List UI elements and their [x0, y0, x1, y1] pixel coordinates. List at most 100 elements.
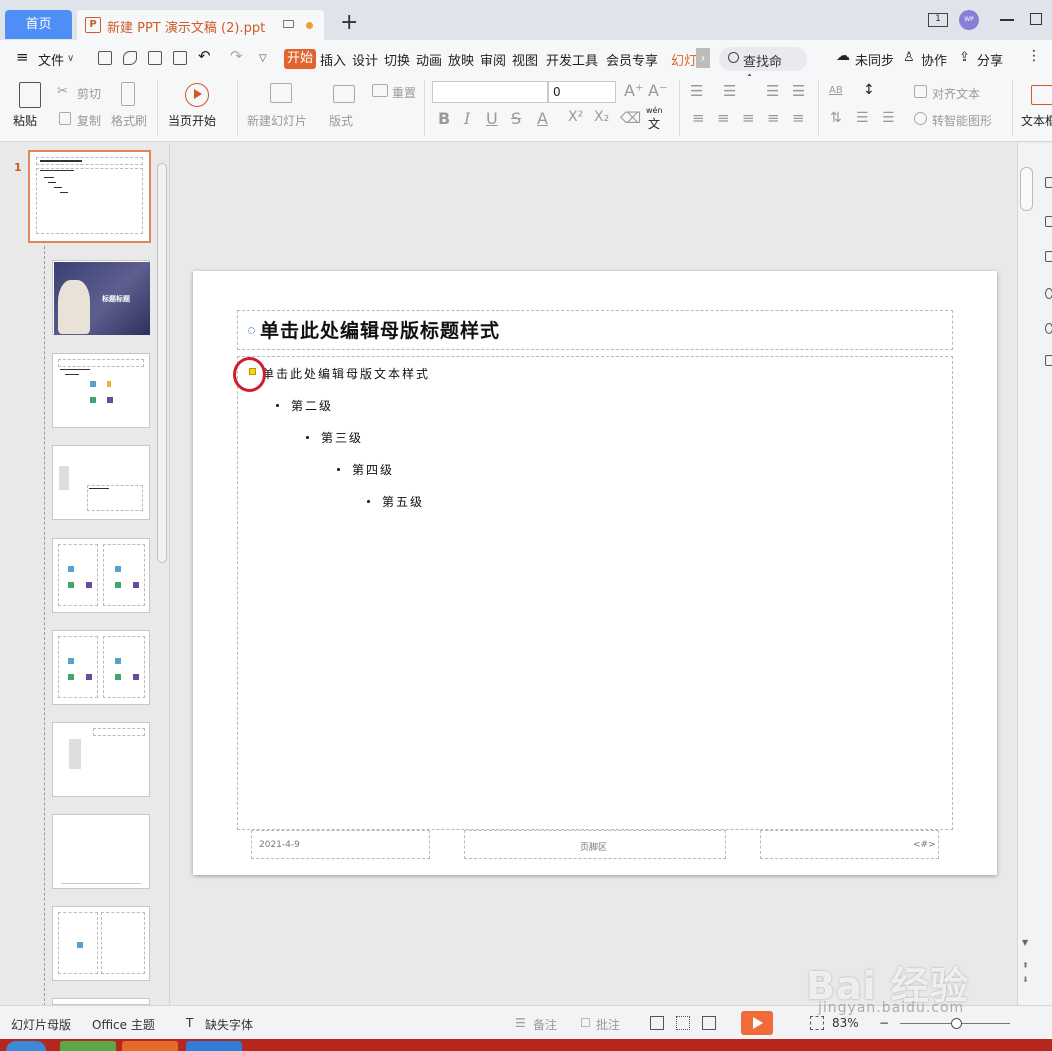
- normal-view-icon[interactable]: [650, 1016, 664, 1030]
- new-tab-button[interactable]: +: [340, 12, 358, 34]
- text-direction-icon[interactable]: AB: [829, 85, 843, 96]
- slide-number-placeholder[interactable]: <#>: [760, 830, 939, 859]
- previous-slide-icon[interactable]: ⇞: [1022, 961, 1029, 970]
- tab-member[interactable]: 会员专享: [606, 50, 658, 69]
- bold-icon[interactable]: B: [438, 109, 450, 128]
- body-level-1[interactable]: 单击此处编辑母版文本样式: [262, 365, 430, 382]
- reading-view-icon[interactable]: [702, 1016, 716, 1030]
- collaborate-button[interactable]: 协作: [921, 50, 947, 69]
- zoom-level[interactable]: 83%: [832, 1016, 859, 1030]
- help-pane-icon[interactable]: [1045, 355, 1052, 366]
- maximize-button[interactable]: [1030, 13, 1042, 25]
- sync-status-button[interactable]: 未同步: [855, 50, 894, 69]
- animation-pane-icon[interactable]: [1045, 288, 1052, 299]
- tab-home[interactable]: 开始: [284, 49, 316, 69]
- grow-font-icon[interactable]: A⁺: [624, 81, 643, 100]
- window-count-icon[interactable]: 1: [928, 13, 948, 27]
- thumbnail-layout[interactable]: [52, 445, 150, 520]
- play-from-current-button[interactable]: 当页开始: [168, 112, 216, 129]
- tab-transitions[interactable]: 切换: [384, 50, 410, 69]
- share-button[interactable]: 分享: [977, 50, 1003, 69]
- missing-font-button[interactable]: 缺失字体: [205, 1016, 253, 1033]
- increase-indent-icon[interactable]: ☰: [792, 82, 805, 100]
- tab-insert[interactable]: 插入: [320, 50, 346, 69]
- tab-design[interactable]: 设计: [352, 50, 378, 69]
- file-menu[interactable]: 文件: [38, 50, 64, 69]
- convert-smartart-button[interactable]: 转智能图形: [932, 112, 992, 129]
- cut-button[interactable]: 剪切: [77, 85, 101, 102]
- monitor-icon[interactable]: [283, 20, 294, 28]
- taskbar-app-button[interactable]: [122, 1041, 178, 1051]
- font-color-icon[interactable]: A: [537, 109, 548, 128]
- columns-icon[interactable]: ☰: [882, 110, 895, 126]
- home-tab[interactable]: 首页: [5, 10, 72, 39]
- property-pane-icon[interactable]: [1045, 251, 1052, 262]
- copy-button[interactable]: 复制: [77, 112, 101, 129]
- thumbnail-layout[interactable]: [52, 722, 150, 797]
- thumbnail-layout[interactable]: [52, 538, 150, 613]
- taskbar-app-button[interactable]: [60, 1041, 116, 1051]
- shape-pane-icon[interactable]: [1045, 216, 1052, 227]
- align-text-button[interactable]: 对齐文本: [932, 85, 980, 102]
- body-level-5[interactable]: 第五级: [382, 493, 424, 510]
- hamburger-icon[interactable]: ≡: [16, 48, 29, 66]
- align-center-icon[interactable]: ≡: [717, 109, 730, 127]
- canvas-scrollbar[interactable]: [1020, 167, 1033, 211]
- decrease-indent-icon[interactable]: ☰: [766, 82, 779, 100]
- phonetic-guide-icon[interactable]: wén: [646, 106, 663, 115]
- subscript-icon[interactable]: X₂: [594, 109, 609, 125]
- shrink-font-icon[interactable]: A⁻: [648, 81, 667, 100]
- column-spacing-icon[interactable]: ⇅: [830, 110, 842, 126]
- font-size-select[interactable]: 0: [548, 81, 616, 103]
- zoom-slider-handle[interactable]: [951, 1018, 962, 1029]
- eraser-icon[interactable]: ⌫: [620, 109, 641, 127]
- superscript-icon[interactable]: X²: [568, 109, 583, 125]
- thumbnail-layout[interactable]: [52, 814, 150, 889]
- slide-master-page[interactable]: 单击此处编辑母版标题样式 单击此处编辑母版文本样式 第二级 第三级 第四级 第五…: [193, 271, 997, 875]
- chevron-down-icon[interactable]: ∨: [67, 53, 74, 64]
- slide-thumbnail-panel[interactable]: 1 标题标题: [0, 143, 170, 1006]
- numbering-icon[interactable]: ☰: [723, 82, 736, 100]
- body-level-3[interactable]: 第三级: [321, 429, 363, 446]
- underline-icon[interactable]: U: [486, 109, 498, 128]
- thumbnail-layout[interactable]: 标题标题: [52, 260, 150, 335]
- paste-button[interactable]: 粘贴: [13, 112, 37, 129]
- style-pane-icon[interactable]: [1045, 177, 1052, 188]
- print-preview-icon[interactable]: [173, 51, 187, 65]
- tab-view[interactable]: 视图: [512, 50, 538, 69]
- more-options-icon[interactable]: ⋮: [1027, 48, 1041, 64]
- view-mode-label[interactable]: 幻灯片母版: [11, 1016, 71, 1033]
- justify-icon[interactable]: ≡: [767, 109, 780, 127]
- bullets-icon[interactable]: ☰: [690, 82, 703, 100]
- thumbnail-layout[interactable]: [52, 906, 150, 981]
- footer-placeholder[interactable]: 页脚区: [464, 830, 726, 859]
- tabs-scroll-button[interactable]: ›: [696, 48, 710, 68]
- notes-button[interactable]: 备注: [533, 1016, 557, 1033]
- thumbnail-layout[interactable]: [52, 630, 150, 705]
- distribute-icon[interactable]: ≡: [792, 109, 805, 127]
- tab-slide-master[interactable]: 幻灯: [671, 50, 697, 69]
- paragraph-spacing-icon[interactable]: ☰: [856, 110, 869, 126]
- avatar[interactable]: WP: [959, 10, 979, 30]
- thumbnail-layout[interactable]: [52, 353, 150, 428]
- tab-developer[interactable]: 开发工具: [546, 50, 598, 69]
- tab-review[interactable]: 审阅: [480, 50, 506, 69]
- thumbnail-scrollbar[interactable]: [157, 163, 167, 563]
- italic-icon[interactable]: I: [464, 109, 470, 128]
- redo-icon[interactable]: ↷: [230, 47, 243, 65]
- print-icon[interactable]: [148, 51, 162, 65]
- slide-sorter-icon[interactable]: [676, 1016, 690, 1030]
- taskbar-app-button[interactable]: [186, 1041, 242, 1051]
- theme-label[interactable]: Office 主题: [92, 1016, 155, 1033]
- layout-button[interactable]: 版式: [329, 112, 353, 129]
- body-level-4[interactable]: 第四级: [352, 461, 394, 478]
- history-pane-icon[interactable]: [1045, 323, 1052, 334]
- minimize-button[interactable]: [1000, 19, 1014, 21]
- next-slide-icon[interactable]: ⇟: [1022, 975, 1029, 984]
- fit-window-icon[interactable]: [810, 1016, 824, 1030]
- comments-button[interactable]: 批注: [596, 1016, 620, 1033]
- scroll-down-icon[interactable]: ▼: [1022, 938, 1028, 947]
- font-name-select[interactable]: [432, 81, 548, 103]
- format-painter-button[interactable]: 格式刷: [111, 112, 147, 129]
- undo-icon[interactable]: ↶: [198, 47, 211, 65]
